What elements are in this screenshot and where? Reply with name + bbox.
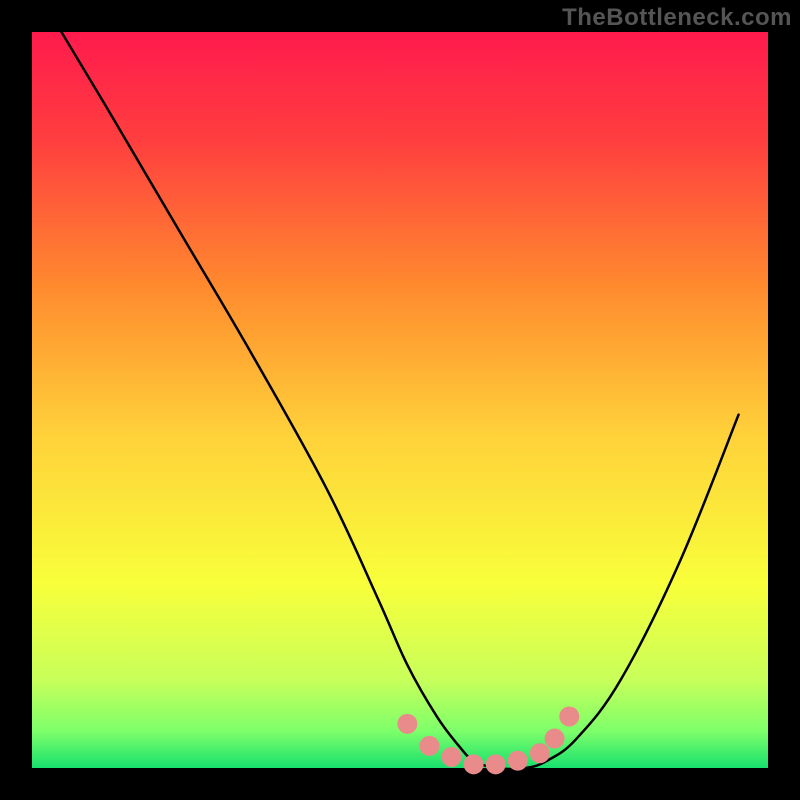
chart-container: TheBottleneck.com <box>0 0 800 800</box>
chart-svg <box>0 0 800 800</box>
marker-dot <box>530 743 550 763</box>
marker-dot <box>397 714 417 734</box>
marker-dot <box>486 754 506 774</box>
gradient-background <box>32 32 768 768</box>
marker-dot <box>464 754 484 774</box>
marker-dot <box>442 747 462 767</box>
marker-dot <box>559 706 579 726</box>
marker-dot <box>419 736 439 756</box>
marker-dot <box>508 751 528 771</box>
marker-dot <box>545 729 565 749</box>
